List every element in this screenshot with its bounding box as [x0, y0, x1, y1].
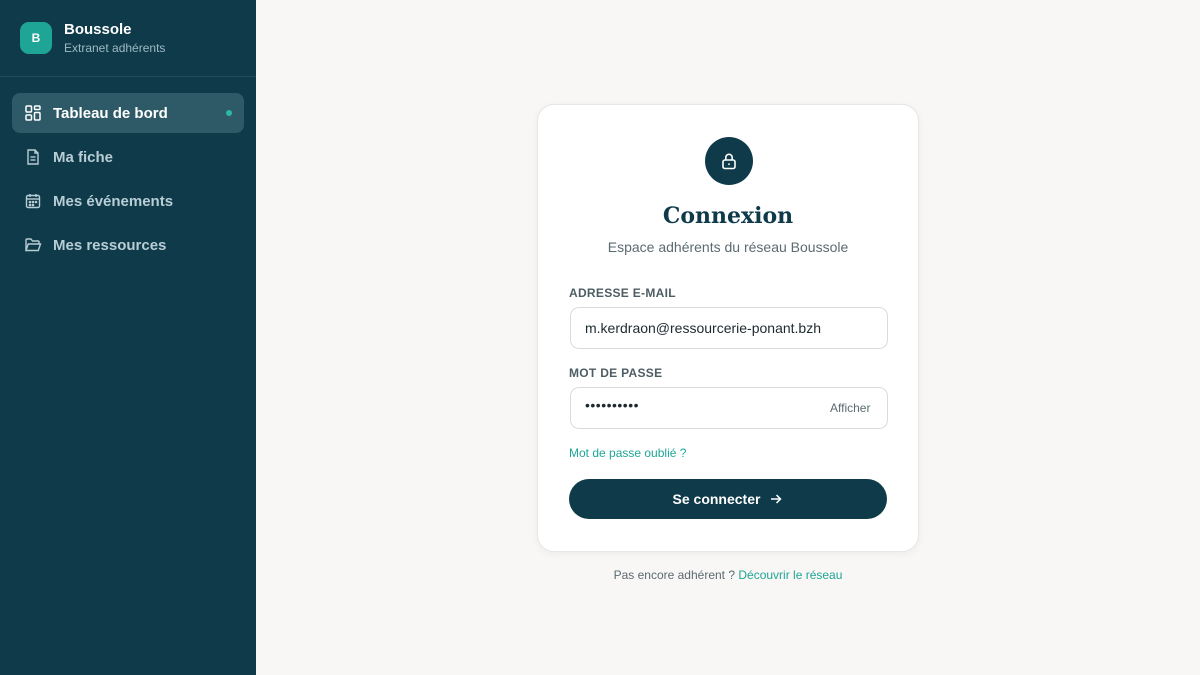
- brand-text: Boussole Extranet adhérents: [64, 21, 165, 56]
- sidebar-item-mes-evenements[interactable]: Mes événements: [12, 181, 244, 221]
- active-indicator-dot: [226, 110, 232, 116]
- sidebar-nav: Tableau de bord Ma fiche Mes événements …: [0, 77, 256, 265]
- brand-name: Boussole: [64, 20, 132, 38]
- page-subtitle: Espace adhérents du réseau Boussole: [607, 239, 849, 255]
- discover-network-link[interactable]: Découvrir le réseau: [738, 568, 842, 582]
- login-button[interactable]: Se connecter: [569, 479, 887, 519]
- email-field[interactable]: [570, 307, 888, 349]
- sidebar-item-tableau-de-bord[interactable]: Tableau de bord: [12, 93, 244, 133]
- sidebar: B Boussole Extranet adhérents Tableau de…: [0, 0, 256, 675]
- email-label: ADRESSE E-MAIL: [569, 286, 676, 300]
- page-title: Connexion: [662, 203, 794, 229]
- sidebar-item-label: Ma fiche: [53, 148, 114, 166]
- arrow-right-icon: [769, 492, 783, 506]
- sidebar-item-ma-fiche[interactable]: Ma fiche: [12, 137, 244, 177]
- brand-logo: B: [20, 22, 52, 54]
- sidebar-item-label: Mes événements: [53, 192, 174, 210]
- lock-badge: [705, 137, 753, 185]
- footer-prompt: Pas encore adhérent ?: [613, 568, 736, 582]
- sidebar-item-mes-ressources[interactable]: Mes ressources: [12, 225, 244, 265]
- forgot-password-link[interactable]: Mot de passe oublié ?: [569, 446, 686, 460]
- brand-subtitle: Extranet adhérents: [64, 40, 166, 55]
- sidebar-item-label: Tableau de bord: [53, 104, 168, 122]
- document-icon: [24, 148, 42, 166]
- sidebar-item-label: Mes ressources: [53, 236, 167, 254]
- login-card: Connexion Espace adhérents du réseau Bou…: [537, 104, 919, 552]
- lock-icon: [719, 151, 739, 171]
- dashboard-icon: [24, 104, 42, 122]
- folder-icon: [24, 236, 42, 254]
- password-label: MOT DE PASSE: [569, 366, 663, 380]
- login-button-label: Se connecter: [672, 491, 761, 507]
- show-password-button[interactable]: Afficher: [830, 401, 870, 415]
- signup-footer: Pas encore adhérent ? Découvrir le résea…: [537, 568, 919, 582]
- calendar-icon: [24, 192, 42, 210]
- brand-header: B Boussole Extranet adhérents: [0, 0, 256, 77]
